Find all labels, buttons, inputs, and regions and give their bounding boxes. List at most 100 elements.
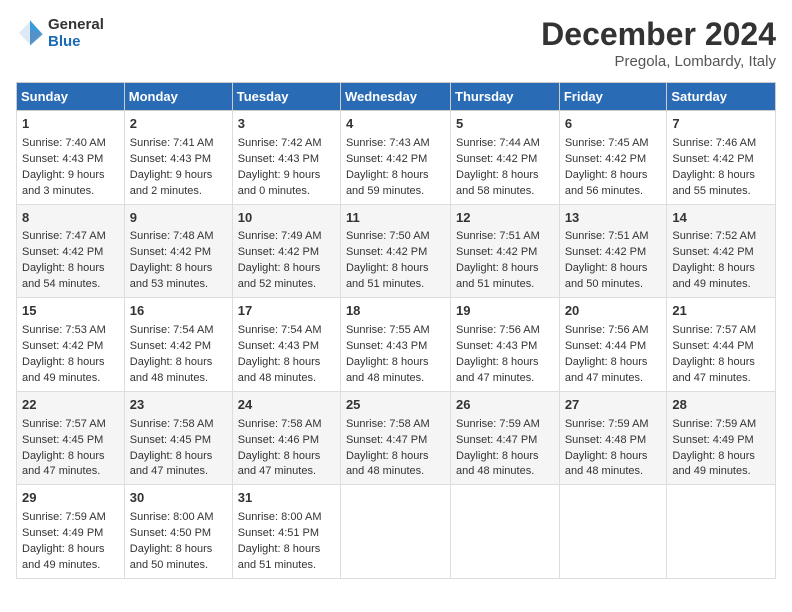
daylight-text: Daylight: 8 hours and 48 minutes.: [346, 450, 429, 478]
sunset-text: Sunset: 4:46 PM: [238, 434, 319, 446]
month-title: December 2024: [541, 16, 776, 53]
daylight-text: Daylight: 8 hours and 51 minutes.: [238, 543, 321, 571]
calendar-cell: 22Sunrise: 7:57 AMSunset: 4:45 PMDayligh…: [17, 391, 125, 485]
calendar-cell: 24Sunrise: 7:58 AMSunset: 4:46 PMDayligh…: [232, 391, 340, 485]
sunrise-text: Sunrise: 7:56 AM: [565, 324, 649, 336]
sunrise-text: Sunrise: 7:58 AM: [238, 418, 322, 430]
sunrise-text: Sunrise: 7:50 AM: [346, 230, 430, 242]
sunset-text: Sunset: 4:49 PM: [672, 434, 753, 446]
calendar-cell: [451, 485, 560, 579]
sunrise-text: Sunrise: 7:46 AM: [672, 137, 756, 149]
daylight-text: Daylight: 8 hours and 55 minutes.: [672, 169, 755, 197]
calendar-cell: 19Sunrise: 7:56 AMSunset: 4:43 PMDayligh…: [451, 298, 560, 392]
sunrise-text: Sunrise: 7:55 AM: [346, 324, 430, 336]
daylight-text: Daylight: 8 hours and 48 minutes.: [456, 450, 539, 478]
calendar-cell: 18Sunrise: 7:55 AMSunset: 4:43 PMDayligh…: [340, 298, 450, 392]
day-number: 4: [346, 115, 445, 134]
location-subtitle: Pregola, Lombardy, Italy: [541, 53, 776, 70]
sunset-text: Sunset: 4:49 PM: [22, 527, 103, 539]
day-number: 10: [238, 209, 335, 228]
sunrise-text: Sunrise: 7:58 AM: [346, 418, 430, 430]
calendar-cell: 8Sunrise: 7:47 AMSunset: 4:42 PMDaylight…: [17, 204, 125, 298]
day-number: 19: [456, 302, 554, 321]
sunrise-text: Sunrise: 7:42 AM: [238, 137, 322, 149]
calendar-cell: 6 Sunrise: 7:45 AM Sunset: 4:42 PM Daylight…: [559, 111, 667, 205]
sunrise-text: Sunrise: 7:57 AM: [22, 418, 106, 430]
sunset-text: Sunset: 4:43 PM: [130, 153, 211, 165]
calendar-cell: 12Sunrise: 7:51 AMSunset: 4:42 PMDayligh…: [451, 204, 560, 298]
day-number: 28: [672, 396, 770, 415]
sunset-text: Sunset: 4:42 PM: [672, 246, 753, 258]
calendar-cell: 2Sunrise: 7:41 AMSunset: 4:43 PMDaylight…: [124, 111, 232, 205]
logo-icon: [16, 19, 44, 47]
sunrise-text: Sunrise: 7:56 AM: [456, 324, 540, 336]
sunrise-text: Sunrise: 7:45 AM: [565, 137, 649, 149]
daylight-text: Daylight: 8 hours and 47 minutes.: [565, 356, 648, 384]
calendar-cell: 27Sunrise: 7:59 AMSunset: 4:48 PMDayligh…: [559, 391, 667, 485]
day-number: 22: [22, 396, 119, 415]
sunset-text: Sunset: 4:42 PM: [238, 246, 319, 258]
sunset-text: Sunset: 4:43 PM: [238, 340, 319, 352]
sunrise-text: Sunrise: 8:00 AM: [238, 511, 322, 523]
daylight-text: Daylight: 8 hours and 56 minutes.: [565, 169, 648, 197]
calendar-cell: 20Sunrise: 7:56 AMSunset: 4:44 PMDayligh…: [559, 298, 667, 392]
daylight-text: Daylight: 8 hours and 48 minutes.: [130, 356, 213, 384]
daylight-text: Daylight: 8 hours and 49 minutes.: [672, 262, 755, 290]
daylight-text: Daylight: 8 hours and 51 minutes.: [456, 262, 539, 290]
calendar-cell: 9Sunrise: 7:48 AMSunset: 4:42 PMDaylight…: [124, 204, 232, 298]
daylight-text: Daylight: 8 hours and 48 minutes.: [565, 450, 648, 478]
day-number: 20: [565, 302, 662, 321]
day-header-sunday: Sunday: [17, 83, 125, 111]
sunrise-text: Sunrise: 7:59 AM: [22, 511, 106, 523]
calendar-cell: 1Sunrise: 7:40 AMSunset: 4:43 PMDaylight…: [17, 111, 125, 205]
calendar-cell: 5Sunrise: 7:44 AMSunset: 4:42 PMDaylight…: [451, 111, 560, 205]
day-number: 7: [672, 115, 770, 134]
sunset-text: Sunset: 4:42 PM: [346, 246, 427, 258]
day-number: 18: [346, 302, 445, 321]
day-number: 6: [565, 115, 662, 134]
sunset-text: Sunset: 4:42 PM: [130, 340, 211, 352]
sunset-text: Sunset: 4:42 PM: [456, 246, 537, 258]
sunset-text: Sunset: 4:44 PM: [672, 340, 753, 352]
calendar-cell: 30Sunrise: 8:00 AMSunset: 4:50 PMDayligh…: [124, 485, 232, 579]
day-number: 17: [238, 302, 335, 321]
sunset-text: Sunset: 4:42 PM: [346, 153, 427, 165]
sunrise-text: Sunrise: 7:59 AM: [456, 418, 540, 430]
day-number: 16: [130, 302, 227, 321]
sunrise-text: Sunrise: 7:59 AM: [672, 418, 756, 430]
sunrise-text: Sunrise: 7:54 AM: [238, 324, 322, 336]
sunrise-text: Sunrise: 8:00 AM: [130, 511, 214, 523]
calendar-cell: 23Sunrise: 7:58 AMSunset: 4:45 PMDayligh…: [124, 391, 232, 485]
day-header-thursday: Thursday: [451, 83, 560, 111]
calendar-cell: 13Sunrise: 7:51 AMSunset: 4:42 PMDayligh…: [559, 204, 667, 298]
sunset-text: Sunset: 4:42 PM: [130, 246, 211, 258]
sunset-text: Sunset: 4:47 PM: [346, 434, 427, 446]
day-header-wednesday: Wednesday: [340, 83, 450, 111]
calendar-cell: 26Sunrise: 7:59 AMSunset: 4:47 PMDayligh…: [451, 391, 560, 485]
sunrise-text: Sunrise: 7:51 AM: [456, 230, 540, 242]
sunset-text: Sunset: 4:43 PM: [346, 340, 427, 352]
day-number: 15: [22, 302, 119, 321]
calendar-cell: 15Sunrise: 7:53 AMSunset: 4:42 PMDayligh…: [17, 298, 125, 392]
daylight-text: Daylight: 8 hours and 49 minutes.: [22, 543, 105, 571]
sunset-text: Sunset: 4:43 PM: [22, 153, 103, 165]
sunset-text: Sunset: 4:42 PM: [565, 153, 646, 165]
daylight-text: Daylight: 9 hours and 0 minutes.: [238, 169, 321, 197]
sunset-text: Sunset: 4:42 PM: [565, 246, 646, 258]
day-number: 1: [22, 115, 119, 134]
sunset-text: Sunset: 4:42 PM: [22, 340, 103, 352]
daylight-text: Daylight: 8 hours and 51 minutes.: [346, 262, 429, 290]
daylight-text: Daylight: 9 hours and 2 minutes.: [130, 169, 213, 197]
calendar-table: SundayMondayTuesdayWednesdayThursdayFrid…: [16, 82, 776, 579]
sunrise-text: Sunrise: 7:44 AM: [456, 137, 540, 149]
day-number: 26: [456, 396, 554, 415]
day-number: 30: [130, 489, 227, 508]
sunrise-text: Sunrise: 7:40 AM: [22, 137, 106, 149]
calendar-cell: 3Sunrise: 7:42 AMSunset: 4:43 PMDaylight…: [232, 111, 340, 205]
day-header-tuesday: Tuesday: [232, 83, 340, 111]
sunrise-text: Sunrise: 7:51 AM: [565, 230, 649, 242]
day-number: 25: [346, 396, 445, 415]
calendar-cell: 29Sunrise: 7:59 AMSunset: 4:49 PMDayligh…: [17, 485, 125, 579]
day-number: 8: [22, 209, 119, 228]
day-header-monday: Monday: [124, 83, 232, 111]
